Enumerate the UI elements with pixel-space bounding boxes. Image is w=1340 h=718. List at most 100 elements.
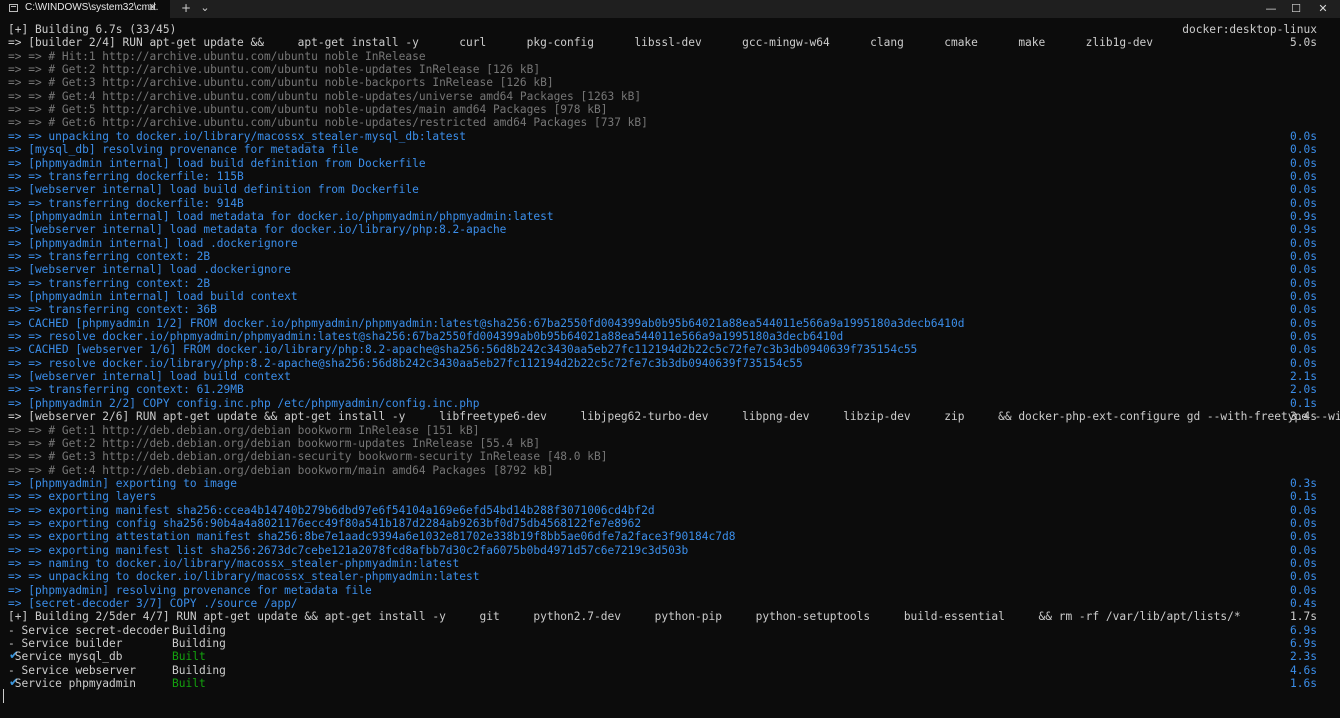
terminal-line: => => # Get:1 http://deb.debian.org/debi… bbox=[0, 424, 1340, 437]
line-text: => => transferring context: 36B bbox=[8, 303, 217, 317]
terminal-line: => => exporting manifest sha256:ccea4b14… bbox=[0, 504, 1340, 517]
line-duration: 0.0s bbox=[1290, 303, 1317, 317]
cmd-icon bbox=[9, 4, 18, 12]
line-text: => => # Get:1 http://deb.debian.org/debi… bbox=[8, 423, 480, 437]
line-text: => => # Hit:1 http://archive.ubuntu.com/… bbox=[8, 49, 426, 63]
close-window-button[interactable]: ✕ bbox=[1300, 0, 1340, 18]
tab-dropdown-button[interactable]: ⌄ bbox=[198, 0, 212, 18]
line-duration: 0.0s bbox=[1290, 290, 1317, 303]
title-bar: C:\WINDOWS\system32\cmd. ✕ + ⌄ — ☐ ✕ bbox=[0, 0, 1340, 18]
terminal-line: => [phpmyadmin] exporting to image 0.3s bbox=[0, 477, 1340, 490]
new-tab-button[interactable]: + bbox=[179, 0, 193, 18]
terminal-line: => => resolve docker.io/phpmyadmin/phpmy… bbox=[0, 330, 1340, 343]
line-duration: 2.1s bbox=[1290, 370, 1317, 384]
service-row: - Service builder Building 6.9s bbox=[0, 637, 1340, 650]
service-row: - Service secret-decoder Building 6.9s bbox=[0, 624, 1340, 637]
terminal-line: => [phpmyadmin] resolving provenance for… bbox=[0, 584, 1340, 597]
line-duration: 0.9s bbox=[1290, 209, 1317, 223]
tab-title: C:\WINDOWS\system32\cmd. bbox=[25, 2, 159, 13]
line-text: => => transferring dockerfile: 914B bbox=[8, 196, 244, 210]
terminal-line: => => unpacking to docker.io/library/mac… bbox=[0, 570, 1340, 583]
line-duration: 2.0s bbox=[1290, 383, 1317, 397]
line-text: => => transferring dockerfile: 115B bbox=[8, 169, 244, 183]
line-text: => => unpacking to docker.io/library/mac… bbox=[8, 129, 467, 143]
service-name: Service mysql_db bbox=[8, 650, 123, 664]
line-text: => [phpmyadmin internal] load build cont… bbox=[8, 290, 298, 303]
line-text: => [webserver 2/6] RUN apt-get update &&… bbox=[8, 410, 1340, 424]
line-text: => [builder 2/4] RUN apt-get update && a… bbox=[8, 36, 1154, 50]
terminal-line: => => # Get:5 http://archive.ubuntu.com/… bbox=[0, 103, 1340, 116]
service-name: - Service webserver bbox=[8, 663, 136, 677]
service-duration: 6.9s bbox=[1290, 637, 1317, 651]
service-duration: 1.6s bbox=[1290, 677, 1317, 691]
line-text: => => transferring context: 2B bbox=[8, 276, 211, 290]
line-duration: 3.4s bbox=[1290, 410, 1317, 424]
service-row: - Service webserver Building 4.6s bbox=[0, 664, 1340, 677]
line-duration: 0.0s bbox=[1290, 330, 1317, 344]
terminal-line: => => exporting layers 0.1s bbox=[0, 490, 1340, 503]
service-name: - Service builder bbox=[8, 637, 123, 651]
line-duration: 0.0s bbox=[1290, 236, 1317, 250]
line-text: => [phpmyadmin internal] load .dockerign… bbox=[8, 236, 298, 250]
service-status: Built bbox=[172, 677, 206, 691]
terminal-line: => => exporting manifest list sha256:267… bbox=[0, 544, 1340, 557]
line-text: => [phpmyadmin 2/2] COPY config.inc.php … bbox=[8, 396, 480, 410]
line-text: => => resolve docker.io/library/php:8.2-… bbox=[8, 356, 803, 370]
line-duration: 0.3s bbox=[1290, 476, 1317, 490]
line-duration: 0.0s bbox=[1290, 183, 1317, 197]
terminal-line: => => # Hit:1 http://archive.ubuntu.com/… bbox=[0, 50, 1340, 63]
terminal-line: => => # Get:3 http://deb.debian.org/debi… bbox=[0, 450, 1340, 463]
terminal-line: => => # Get:2 http://archive.ubuntu.com/… bbox=[0, 63, 1340, 76]
line-text: => => transferring context: 2B bbox=[8, 249, 211, 263]
terminal-line: => => transferring dockerfile: 115B 0.0s bbox=[0, 170, 1340, 183]
line-duration: 0.0s bbox=[1290, 583, 1317, 597]
line-text: => => exporting manifest list sha256:267… bbox=[8, 543, 689, 557]
line-text: => [phpmyadmin internal] load metadata f… bbox=[8, 209, 554, 223]
line-duration: 1.7s bbox=[1290, 610, 1317, 624]
service-row: ✔ Service mysql_db Built 2.3s bbox=[0, 649, 1340, 664]
service-duration: 6.9s bbox=[1290, 623, 1317, 637]
line-duration: 0.0s bbox=[1290, 356, 1317, 370]
line-text: => [webserver internal] load build conte… bbox=[8, 370, 291, 384]
terminal-line: => => transferring dockerfile: 914B 0.0s bbox=[0, 197, 1340, 210]
line-duration: 0.0s bbox=[1290, 557, 1317, 570]
line-text: => => naming to docker.io/library/macoss… bbox=[8, 557, 460, 570]
line-text: => => unpacking to docker.io/library/mac… bbox=[8, 570, 480, 584]
terminal-output[interactable]: [+] Building 6.7s (33/45) docker:desktop-… bbox=[0, 23, 1340, 718]
terminal-line: => [webserver internal] load build defin… bbox=[0, 183, 1340, 196]
line-text: => [mysql_db] resolving provenance for m… bbox=[8, 143, 359, 157]
terminal-line: => => exporting attestation manifest sha… bbox=[0, 530, 1340, 543]
line-duration: 0.4s bbox=[1290, 597, 1317, 611]
line-duration: 0.0s bbox=[1290, 503, 1317, 517]
terminal-line: => [webserver 2/6] RUN apt-get update &&… bbox=[0, 410, 1340, 423]
terminal-line: => [secret-decoder 3/7] COPY ./source /a… bbox=[0, 597, 1340, 610]
line-text: => => # Get:4 http://archive.ubuntu.com/… bbox=[8, 89, 642, 103]
terminal-line: => [phpmyadmin internal] load .dockerign… bbox=[0, 237, 1340, 250]
terminal-line: => CACHED [phpmyadmin 1/2] FROM docker.i… bbox=[0, 317, 1340, 330]
line-text: => CACHED [phpmyadmin 1/2] FROM docker.i… bbox=[8, 316, 965, 330]
line-duration: 0.0s bbox=[1290, 169, 1317, 183]
service-status: Building bbox=[172, 623, 226, 637]
terminal-tab[interactable]: C:\WINDOWS\system32\cmd. ✕ bbox=[0, 0, 170, 18]
terminal-line: => => # Get:4 http://archive.ubuntu.com/… bbox=[0, 90, 1340, 103]
service-duration: 4.6s bbox=[1290, 663, 1317, 677]
line-text: => [secret-decoder 3/7] COPY ./source /a… bbox=[8, 597, 298, 611]
line-duration: 5.0s bbox=[1290, 36, 1317, 50]
line-text: [+] Building 6.7s (33/45) bbox=[8, 23, 177, 36]
service-status: Built bbox=[172, 650, 206, 664]
terminal-line: => [webserver internal] load build conte… bbox=[0, 370, 1340, 383]
terminal-line: => => # Get:6 http://archive.ubuntu.com/… bbox=[0, 116, 1340, 129]
line-duration: 0.0s bbox=[1290, 156, 1317, 170]
tab-close-icon[interactable]: ✕ bbox=[148, 1, 157, 14]
line-duration: 0.0s bbox=[1290, 129, 1317, 143]
terminal-line: => => resolve docker.io/library/php:8.2-… bbox=[0, 357, 1340, 370]
terminal-line: => => transferring context: 61.29MB 2.0s bbox=[0, 383, 1340, 396]
terminal-line: => => # Get:3 http://archive.ubuntu.com/… bbox=[0, 76, 1340, 89]
service-name: - Service secret-decoder bbox=[8, 623, 170, 637]
line-text: [+] Building 2/5der 4/7] RUN apt-get upd… bbox=[8, 610, 1241, 624]
line-duration: 0.0s bbox=[1290, 263, 1317, 277]
terminal-line: => => unpacking to docker.io/library/mac… bbox=[0, 130, 1340, 143]
terminal-line: => [phpmyadmin 2/2] COPY config.inc.php … bbox=[0, 397, 1340, 410]
service-duration: 2.3s bbox=[1290, 650, 1317, 664]
docker-context: docker:desktop-linux bbox=[1182, 23, 1317, 36]
